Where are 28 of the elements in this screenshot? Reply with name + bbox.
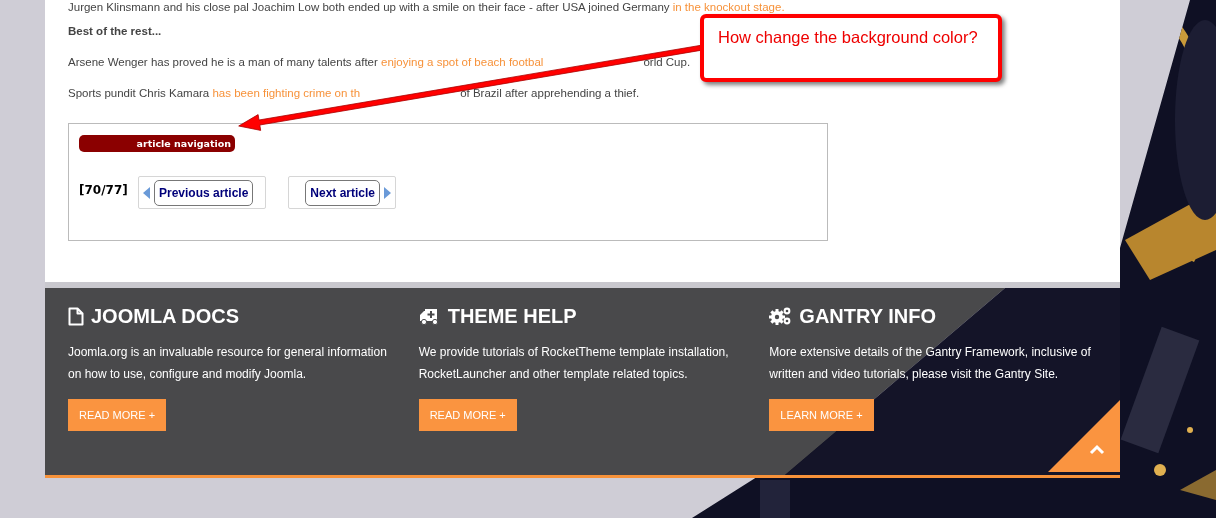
section-heading: Best of the rest... <box>68 25 162 37</box>
read-more-button[interactable]: READ MORE + <box>418 399 517 431</box>
ambulance-icon <box>418 306 441 326</box>
footer-heading: THEME HELP <box>447 304 577 328</box>
read-more-button[interactable]: READ MORE + <box>68 399 167 431</box>
article-text: Jurgen Klinsmann and his close pal Joachim Low both ended up with a smile on their face - after USA joined Germany in the knockout stage. <box>68 0 785 14</box>
article-counter: [70/77] <box>79 182 129 197</box>
navigation-label: article navigation <box>79 135 235 152</box>
footer-text: We provide tutorials of RocketTheme template installation, RocketLauncher and other template related topics. <box>418 344 730 383</box>
article-link[interactable]: enjoying a spot of beach footbal <box>381 56 544 68</box>
gears-icon <box>769 306 793 326</box>
footer-heading: GANTRY INFO <box>799 304 936 328</box>
footer-text: More extensive details of the Gantry Framework, inclusive of written and video tutorials, please visit the Gantry Site. <box>769 344 1092 383</box>
left-arrow-icon[interactable] <box>143 186 150 199</box>
document-icon <box>68 306 84 326</box>
previous-article-button[interactable]: Previous article <box>154 179 254 206</box>
footer-heading: JOOMLA DOCS <box>91 304 240 328</box>
article-text: orld Cup. <box>643 56 691 68</box>
article-link[interactable]: has been fighting crime on th <box>212 87 361 99</box>
article-text: Arsene Wenger has proved he is a man of many talents after enjoying a spot of beach footbal <box>68 56 544 68</box>
article-text: Sports pundit Chris Kamara has been fighting crime on th <box>68 87 361 99</box>
callout-note: How change the background color? <box>700 14 1002 82</box>
article-link[interactable]: in the knockout stage. <box>672 1 785 13</box>
read-more-button[interactable]: LEARN MORE + <box>769 399 874 431</box>
right-arrow-icon[interactable] <box>384 186 391 199</box>
footer-text: Joomla.org is an invaluable resource for general information on how to use, configure and modify Joomla. <box>68 344 388 383</box>
next-article-button[interactable]: Next article <box>305 179 380 206</box>
scroll-top-button[interactable] <box>1048 400 1120 472</box>
